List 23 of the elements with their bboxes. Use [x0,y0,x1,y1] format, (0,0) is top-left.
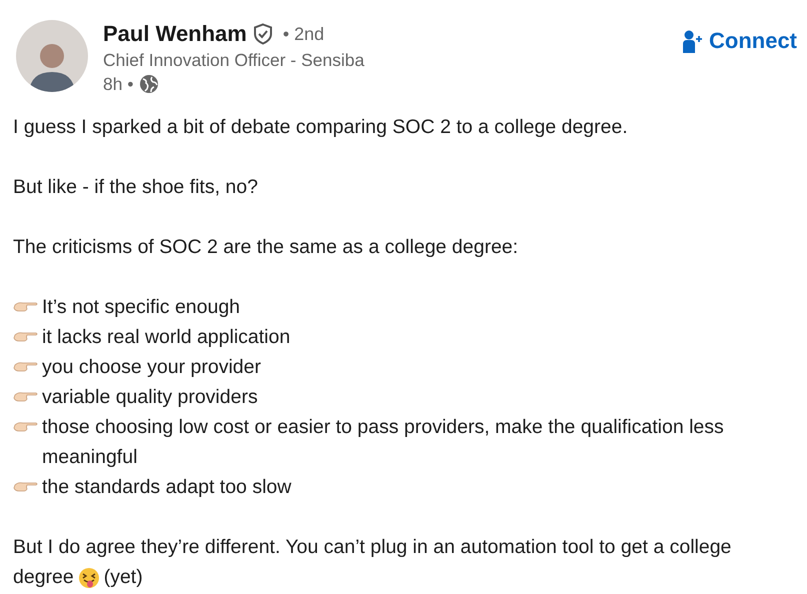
pointing-hand-icon [13,360,39,374]
post-paragraph: The criticisms of SOC 2 are the same as a college degree: [13,235,520,260]
pointing-hand-icon [13,330,39,344]
post-paragraph: But like - if the shoe fits, no? [13,175,259,200]
pointing-hand-icon [13,480,39,494]
pointing-hand-icon [13,420,39,434]
author-headline: Chief Innovation Officer - Sensiba [103,49,366,72]
pointing-hand-icon [13,300,39,314]
author-name[interactable]: Paul Wenham [103,21,247,47]
bullet-text: it lacks real world application [42,325,290,350]
connect-button[interactable]: Connect [683,28,797,54]
globe-icon [139,74,160,94]
post-paragraph: But I do agree they’re different. You can’t plug in an automation tool to get a college degree (yet) [13,535,732,591]
bullet-text: you choose your provider [42,355,261,380]
bullet-text: It’s not specific enough [42,295,240,320]
pointing-hand-icon [13,390,39,404]
bullet-text: variable quality providers [42,385,258,410]
post-paragraph: I guess I sparked a bit of debate comparing SOC 2 to a college degree. [13,115,629,140]
tongue-face-icon [78,566,100,589]
post-time: 8h • [103,73,134,96]
bullet-text: the standards adapt too slow [42,475,292,500]
connection-degree: • 2nd [282,24,324,44]
add-person-icon [683,29,703,53]
